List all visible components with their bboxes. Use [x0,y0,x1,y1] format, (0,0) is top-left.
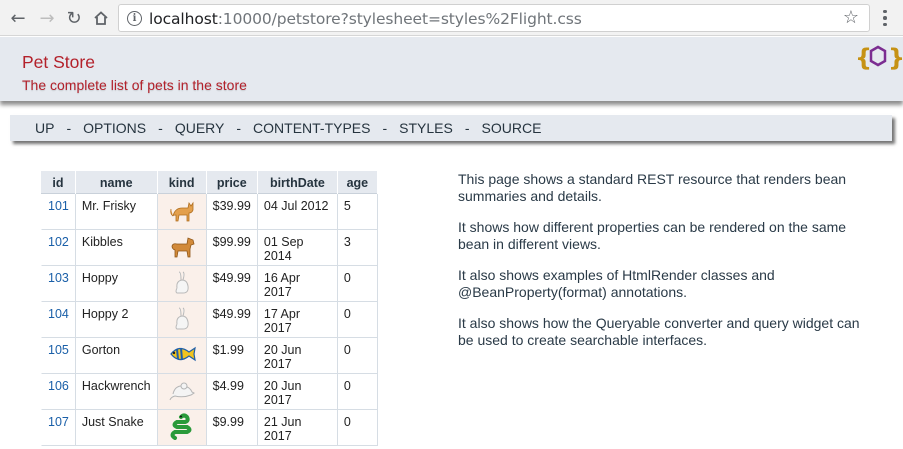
table-row: 101 Mr. Frisky $39.99 04 Jul 2012 5 [41,194,378,230]
info-icon[interactable]: i [127,11,142,26]
svg-text:{: { [855,44,872,72]
column-header-birthdate[interactable]: birthDate [257,171,338,194]
pet-name: Hoppy [75,266,158,302]
description-paragraph: It also shows how the Queryable converte… [458,315,860,348]
nav-separator: - [236,120,242,136]
rabbit-icon [175,271,189,294]
pet-id-link[interactable]: 107 [41,410,76,446]
pet-name: Mr. Frisky [75,194,158,230]
pet-id-link[interactable]: 103 [41,266,76,302]
url-path: :10000/petstore?stylesheet=styles%2Fligh… [217,10,582,28]
pet-price: $39.99 [206,194,258,230]
browser-toolbar: ← → ↻ i localhost:10000/petstore?stylesh… [0,0,903,36]
reload-icon[interactable]: ↻ [63,7,85,29]
nav-link-query[interactable]: QUERY [175,120,225,136]
kind-cell [157,266,207,302]
pet-name: Gorton [75,338,158,374]
pet-name: Kibbles [75,230,158,266]
page-header: Pet Store The complete list of pets in t… [0,37,903,101]
svg-text:}: } [888,44,902,72]
pet-birthdate: 01 Sep 2014 [257,230,338,266]
dog-icon [171,237,195,258]
kind-cell [157,194,207,230]
pets-table: id name kind price birthDate age 101 Mr.… [41,171,378,446]
pet-birthdate: 20 Jun 2017 [257,374,338,410]
pet-age: 3 [337,230,378,266]
logo-icon: { } [855,44,902,72]
star-icon[interactable]: ☆ [843,7,859,28]
pet-birthdate: 17 Apr 2017 [257,302,338,338]
column-header-kind[interactable]: kind [157,171,207,194]
pet-birthdate: 20 Jun 2017 [257,338,338,374]
kind-cell [157,338,207,374]
pet-price: $9.99 [206,410,258,446]
pet-id-link[interactable]: 104 [41,302,76,338]
pet-id-link[interactable]: 105 [41,338,76,374]
nav-separator: - [382,120,388,136]
nav-separator: - [158,120,163,136]
pet-age: 0 [337,410,378,446]
nav-link-options[interactable]: OPTIONS [83,120,146,136]
pet-id-link[interactable]: 101 [41,194,76,230]
forward-arrow-icon[interactable]: → [36,7,58,29]
pet-name: Hoppy 2 [75,302,158,338]
pet-age: 0 [337,338,378,374]
kind-cell [157,374,207,410]
pet-id-link[interactable]: 102 [41,230,76,266]
table-row: 106 Hackwrench $4.99 20 Jun 2017 0 [41,374,378,410]
pet-age: 0 [337,266,378,302]
kind-cell [157,230,207,266]
column-header-price[interactable]: price [206,171,258,194]
table-row: 103 Hoppy $49.99 16 Apr 2017 0 [41,266,378,302]
table-row: 104 Hoppy 2 $49.99 17 Apr 2017 0 [41,302,378,338]
rabbit-icon [175,307,189,330]
description-paragraph: It also shows examples of HtmlRender cla… [458,267,775,300]
pet-price: $1.99 [206,338,258,374]
column-header-id[interactable]: id [41,171,76,194]
url-host: localhost [149,10,218,28]
pet-price: $49.99 [206,302,258,338]
pet-price: $4.99 [206,374,258,410]
page-title: Pet Store [22,52,95,72]
table-row: 107 Just Snake $9.99 21 Jun 2017 0 [41,410,378,446]
mouse-icon [169,382,195,401]
kind-cell [157,410,207,446]
nav-link-source[interactable]: SOURCE [482,120,542,136]
home-icon[interactable] [90,7,112,29]
fish-icon [169,346,196,362]
address-bar[interactable]: i localhost:10000/petstore?stylesheet=st… [118,4,870,32]
nav-separator: - [464,120,470,136]
nav-separator: - [66,120,72,136]
table-row: 105 Gorton $1.99 20 Jun 2017 0 [41,338,378,374]
nav-link-content-types[interactable]: CONTENT-TYPES [253,120,370,136]
table-header-row: id name kind price birthDate age [41,171,378,194]
column-header-name[interactable]: name [75,171,158,194]
page-subtitle: The complete list of pets in the store [22,77,247,93]
pet-id-link[interactable]: 106 [41,374,76,410]
back-arrow-icon[interactable]: ← [7,7,29,29]
page-description: This page shows a standard REST resource… [458,171,878,363]
pet-birthdate: 16 Apr 2017 [257,266,338,302]
pet-name: Hackwrench [75,374,158,410]
description-paragraph: This page shows a standard REST resource… [458,171,847,204]
pet-age: 0 [337,302,378,338]
pet-age: 0 [337,374,378,410]
pet-birthdate: 21 Jun 2017 [257,410,338,446]
nav-link-up[interactable]: UP [35,120,54,136]
pet-age: 5 [337,194,378,230]
pet-price: $99.99 [206,230,258,266]
nav-menu: UP - OPTIONS - QUERY - CONTENT-TYPES - S… [10,115,892,141]
kind-cell [157,302,207,338]
snake-icon [170,413,192,440]
kebab-menu-icon[interactable] [880,8,890,28]
nav-link-styles[interactable]: STYLES [399,120,453,136]
column-header-age[interactable]: age [337,171,378,194]
table-row: 102 Kibbles $99.99 01 Sep 2014 3 [41,230,378,266]
cat-icon [169,201,194,222]
url-text: localhost:10000/petstore?stylesheet=styl… [149,10,582,28]
description-paragraph: It shows how different properties can be… [458,219,847,252]
pet-name: Just Snake [75,410,158,446]
pet-price: $49.99 [206,266,258,302]
pet-birthdate: 04 Jul 2012 [257,194,338,230]
